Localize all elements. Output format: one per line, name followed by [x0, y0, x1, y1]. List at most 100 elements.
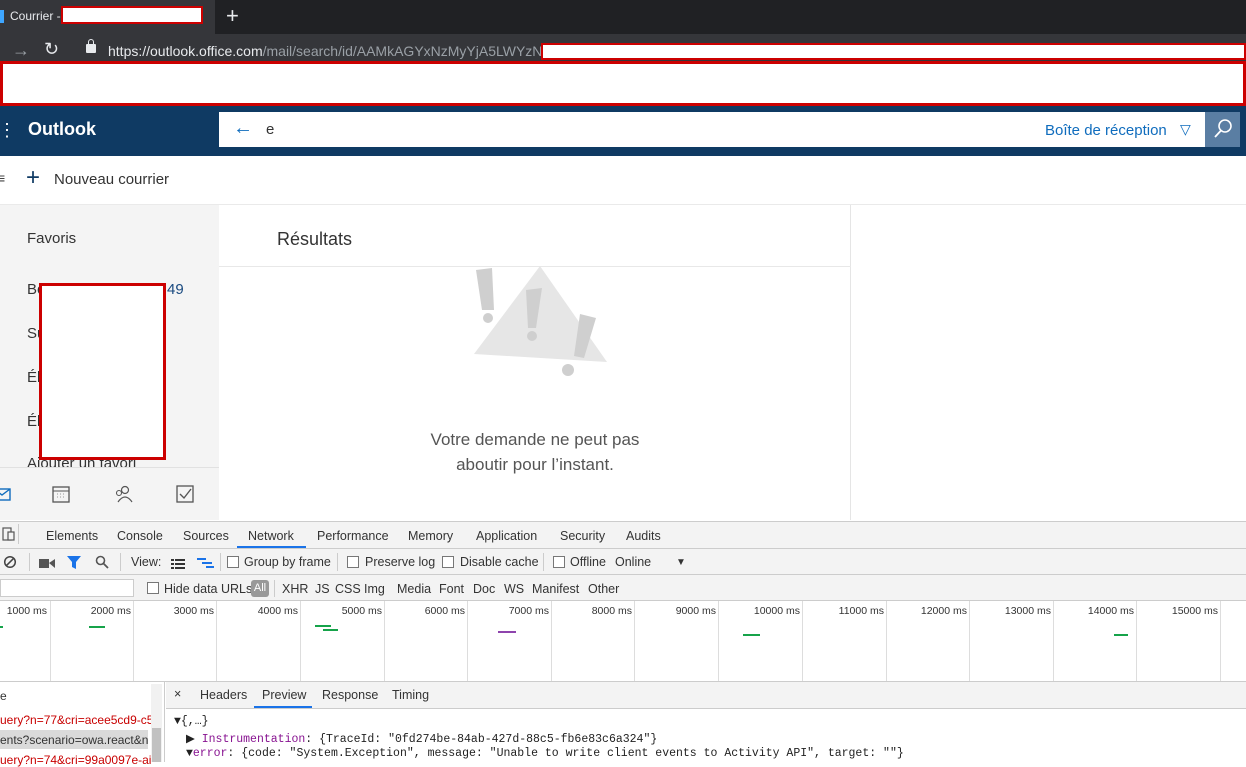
devtools-tab-elements[interactable]: Elements: [46, 529, 98, 543]
json-root[interactable]: ▼{,…}: [174, 715, 209, 728]
search-input[interactable]: e: [266, 121, 274, 138]
filter-type-css[interactable]: CSS: [335, 582, 361, 596]
reload-icon[interactable]: ↻: [44, 39, 59, 60]
calendar-icon[interactable]: [50, 484, 72, 504]
tasks-icon[interactable]: [174, 484, 196, 504]
favorites-header[interactable]: Favoris: [27, 230, 76, 247]
list-view-icon[interactable]: [171, 557, 185, 569]
app-launcher-icon[interactable]: ⋮: [0, 120, 16, 141]
waterfall-view-icon[interactable]: [197, 557, 214, 568]
detail-tab-timing[interactable]: Timing: [392, 688, 429, 702]
hide-data-urls-label: Hide data URLs: [164, 582, 253, 596]
hide-data-urls-checkbox[interactable]: [147, 582, 159, 594]
timeline-label: 9000 ms: [675, 605, 716, 617]
timeline-gridline: [133, 601, 134, 681]
group-by-frame-checkbox[interactable]: [227, 556, 239, 568]
timeline-label: 11000 ms: [838, 605, 884, 617]
chevron-down-icon[interactable]: ▼: [676, 557, 686, 568]
search-scope-dropdown[interactable]: Boîte de réception: [1045, 122, 1167, 139]
devtools-tab-performance[interactable]: Performance: [317, 529, 389, 543]
error-line-2: aboutir pour l’instant.: [456, 455, 614, 474]
error-message: Votre demande ne peut pas aboutir pour l…: [400, 427, 670, 477]
devtools-tab-console[interactable]: Console: [117, 529, 163, 543]
filter-type-media[interactable]: Media: [397, 582, 431, 596]
timeline-gridline: [384, 601, 385, 681]
devtools-tab-security[interactable]: Security: [560, 529, 605, 543]
timeline-label: 6000 ms: [424, 605, 465, 617]
mail-icon[interactable]: [0, 484, 14, 504]
filter-icon[interactable]: ▽: [1180, 121, 1191, 138]
timeline-gridline: [216, 601, 217, 681]
detail-tab-preview[interactable]: Preview: [262, 688, 306, 702]
preserve-log-checkbox[interactable]: [347, 556, 359, 568]
plus-icon[interactable]: +: [26, 164, 40, 192]
timeline-gridline: [1136, 601, 1137, 681]
results-title: Résultats: [277, 229, 353, 249]
filter-type-font[interactable]: Font: [439, 582, 464, 596]
lock-icon[interactable]: [86, 39, 96, 53]
timeline-gridline: [50, 601, 51, 681]
filter-type-other[interactable]: Other: [588, 582, 619, 596]
filter-type-all[interactable]: All: [251, 580, 269, 597]
collapse-triangle-icon: ▶: [186, 733, 202, 746]
detail-tab-response[interactable]: Response: [322, 688, 378, 702]
filter-type-ws[interactable]: WS: [504, 582, 524, 596]
new-tab-button[interactable]: +: [226, 3, 239, 29]
json-value: {TraceId: "0fd274be-84ab-427d-88c5-fb6e8…: [319, 733, 658, 746]
group-by-frame-label: Group by frame: [244, 555, 331, 569]
device-toggle-icon[interactable]: [2, 527, 15, 541]
offline-checkbox[interactable]: [553, 556, 565, 568]
filter-type-manifest[interactable]: Manifest: [532, 582, 579, 596]
people-icon[interactable]: [112, 484, 134, 504]
scrollbar-thumb[interactable]: [152, 728, 161, 762]
request-row-selected[interactable]: ents?scenario=owa.react&n: [0, 733, 148, 747]
filter-type-img[interactable]: Img: [364, 582, 385, 596]
timeline-label: 1000 ms: [6, 605, 47, 617]
disable-cache-checkbox[interactable]: [442, 556, 454, 568]
timeline-gridline: [467, 601, 468, 681]
redacted-url: [541, 43, 1246, 60]
throttling-select[interactable]: Online: [615, 555, 651, 569]
back-arrow-icon[interactable]: ←: [233, 117, 253, 140]
devtools-tab-application[interactable]: Application: [476, 529, 537, 543]
filter-funnel-icon[interactable]: [67, 556, 81, 569]
search-icon[interactable]: [95, 555, 109, 569]
divider: [120, 553, 121, 571]
detail-tab-headers[interactable]: Headers: [200, 688, 247, 702]
timeline-gridline: [300, 601, 301, 681]
json-instrumentation-row[interactable]: ▶ Instrumentation: {TraceId: "0fd274be-8…: [186, 731, 657, 746]
filter-type-doc[interactable]: Doc: [473, 582, 495, 596]
screenshot-camera-icon[interactable]: [39, 557, 55, 568]
timeline-bar: [315, 625, 331, 627]
filter-type-xhr[interactable]: XHR: [282, 582, 308, 596]
timeline-bar: [743, 634, 760, 636]
divider: [274, 580, 275, 597]
filter-input[interactable]: [0, 579, 134, 597]
close-icon[interactable]: ×: [174, 687, 181, 701]
devtools-tab-network[interactable]: Network: [248, 529, 294, 543]
devtools-tab-memory[interactable]: Memory: [408, 529, 453, 543]
devtools-tab-audits[interactable]: Audits: [626, 529, 661, 543]
forward-arrow-icon[interactable]: →: [12, 40, 30, 61]
new-mail-button[interactable]: Nouveau courrier: [54, 171, 169, 188]
expand-triangle-icon: ▼: [186, 747, 193, 760]
request-column-header[interactable]: e: [0, 689, 7, 703]
expand-triangle-icon: ▼: [174, 715, 181, 728]
outlook-brand[interactable]: Outlook: [28, 119, 96, 140]
timeline-label: 8000 ms: [591, 605, 632, 617]
json-key: error: [192, 747, 228, 760]
timeline-label: 4000 ms: [257, 605, 298, 617]
devtools-tab-sources[interactable]: Sources: [183, 529, 229, 543]
timeline-gridline: [886, 601, 887, 681]
timeline-label: 5000 ms: [341, 605, 382, 617]
hamburger-icon[interactable]: ≡: [0, 170, 5, 186]
filter-type-js[interactable]: JS: [315, 582, 330, 596]
url-path: /mail/search/id/AAMkAGYxNzMyYjA5LWYzN: [262, 43, 543, 59]
json-error-row[interactable]: ▼error: {code: "System.Exception", messa…: [186, 747, 904, 760]
request-row[interactable]: uery?n=74&cri=99a0097e-ai: [0, 753, 151, 767]
search-button[interactable]: [1205, 112, 1240, 147]
clear-icon[interactable]: [3, 555, 17, 569]
address-bar-url[interactable]: https://outlook.office.com/mail/search/i…: [108, 43, 542, 59]
view-label: View:: [131, 555, 162, 569]
request-row[interactable]: uery?n=77&cri=acee5cd9-c5: [0, 713, 153, 727]
